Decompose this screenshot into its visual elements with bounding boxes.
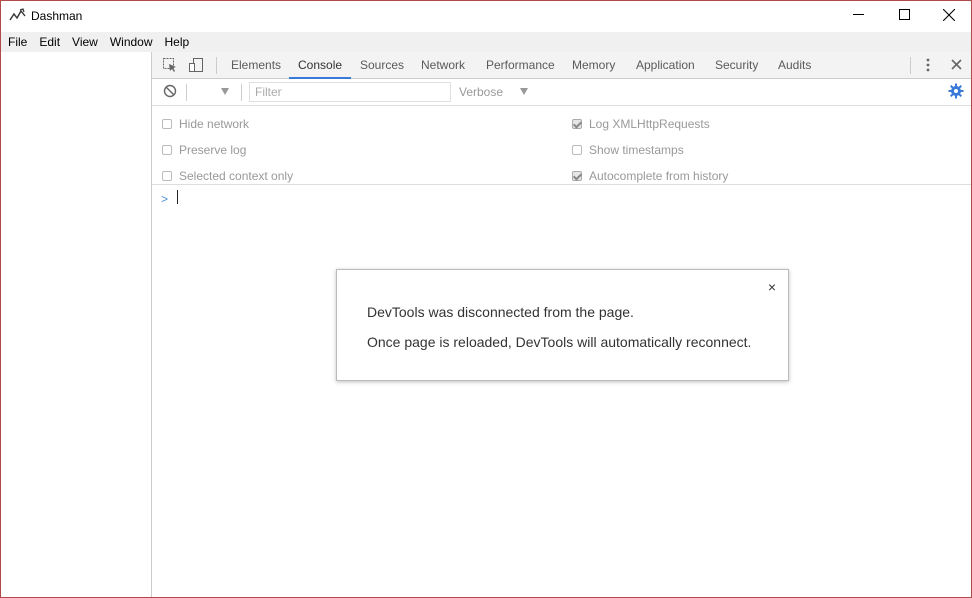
tab-security[interactable]: Security <box>715 52 758 79</box>
console-input-cursor[interactable] <box>177 190 178 204</box>
show-timestamps-option[interactable]: Show timestamps <box>572 142 684 158</box>
disconnected-dialog: × DevTools was disconnected from the pag… <box>336 269 789 381</box>
toolbar-divider <box>910 57 911 74</box>
toolbar-divider <box>216 57 217 74</box>
tab-memory[interactable]: Memory <box>572 52 615 79</box>
hide-network-label: Hide network <box>179 117 250 131</box>
log-xhr-checkbox[interactable] <box>572 119 582 129</box>
log-level-select[interactable]: Verbose <box>459 85 503 99</box>
inspect-cursor-icon <box>162 57 178 76</box>
window-title: Dashman <box>31 9 83 23</box>
maximize-button[interactable] <box>881 1 927 31</box>
preserve-log-checkbox[interactable] <box>162 145 172 155</box>
autocomplete-label: Autocomplete from history <box>589 169 729 183</box>
maximize-icon <box>898 9 910 23</box>
device-icon <box>188 57 204 76</box>
kebab-menu-icon <box>926 58 930 75</box>
close-window-button[interactable] <box>926 1 971 31</box>
menu-edit[interactable]: Edit <box>33 35 66 49</box>
close-icon <box>950 59 962 73</box>
console-toolbar: Verbose <box>152 79 971 106</box>
preserve-log-option[interactable]: Preserve log <box>162 142 246 158</box>
show-timestamps-label: Show timestamps <box>589 143 684 157</box>
hide-network-option[interactable]: Hide network <box>162 116 249 132</box>
app-window: Dashman File Edit View Window Help Eleme… <box>0 0 972 598</box>
menu-view[interactable]: View <box>66 35 104 49</box>
toolbar-divider <box>241 84 242 101</box>
show-timestamps-checkbox[interactable] <box>572 145 582 155</box>
chevron-down-icon[interactable] <box>520 88 528 95</box>
tab-console[interactable]: Console <box>289 52 352 79</box>
close-devtools-button[interactable] <box>947 57 965 75</box>
app-content-pane <box>1 52 152 597</box>
tab-performance[interactable]: Performance <box>486 52 555 79</box>
dialog-message-title: DevTools was disconnected from the page. <box>367 304 634 320</box>
log-xhr-label: Log XMLHttpRequests <box>589 117 710 131</box>
tab-audits[interactable]: Audits <box>778 52 811 79</box>
dialog-message-body: Once page is reloaded, DevTools will aut… <box>367 334 752 350</box>
minimize-button[interactable] <box>835 1 881 31</box>
menu-window[interactable]: Window <box>104 35 159 49</box>
log-xhr-option[interactable]: Log XMLHttpRequests <box>572 116 710 132</box>
context-dropdown-arrow-icon[interactable] <box>221 88 229 95</box>
clear-icon <box>163 84 177 101</box>
selected-context-label: Selected context only <box>179 169 294 183</box>
more-options-button[interactable] <box>919 57 937 75</box>
inspect-element-button[interactable] <box>161 57 179 75</box>
tab-application[interactable]: Application <box>636 52 695 79</box>
selected-context-checkbox[interactable] <box>162 171 172 181</box>
menu-file[interactable]: File <box>1 35 33 49</box>
title-bar[interactable]: Dashman <box>1 1 971 32</box>
preserve-log-label: Preserve log <box>179 143 247 157</box>
console-filter-input[interactable] <box>249 82 451 102</box>
autocomplete-option[interactable]: Autocomplete from history <box>572 168 728 184</box>
menu-help[interactable]: Help <box>159 35 196 49</box>
tab-sources[interactable]: Sources <box>360 52 404 79</box>
device-toolbar-button[interactable] <box>187 57 205 75</box>
toolbar-divider <box>186 84 187 101</box>
console-settings-panel: Hide network Preserve log Selected conte… <box>152 106 971 185</box>
console-settings-button[interactable] <box>947 83 965 101</box>
selected-context-option[interactable]: Selected context only <box>162 168 293 184</box>
gear-icon <box>948 83 964 102</box>
clear-console-button[interactable] <box>161 83 179 101</box>
tab-elements[interactable]: Elements <box>231 52 281 79</box>
close-icon <box>942 8 956 24</box>
tab-network[interactable]: Network <box>421 52 465 79</box>
devtools-tab-bar: Elements Console Sources Network Perform… <box>152 52 971 79</box>
console-prompt-icon: > <box>161 192 169 206</box>
dialog-close-button[interactable]: × <box>765 280 779 294</box>
hide-network-checkbox[interactable] <box>162 119 172 129</box>
autocomplete-checkbox[interactable] <box>572 171 582 181</box>
minimize-icon <box>852 9 864 23</box>
menu-bar: File Edit View Window Help <box>1 32 971 52</box>
app-logo-icon <box>9 8 27 24</box>
